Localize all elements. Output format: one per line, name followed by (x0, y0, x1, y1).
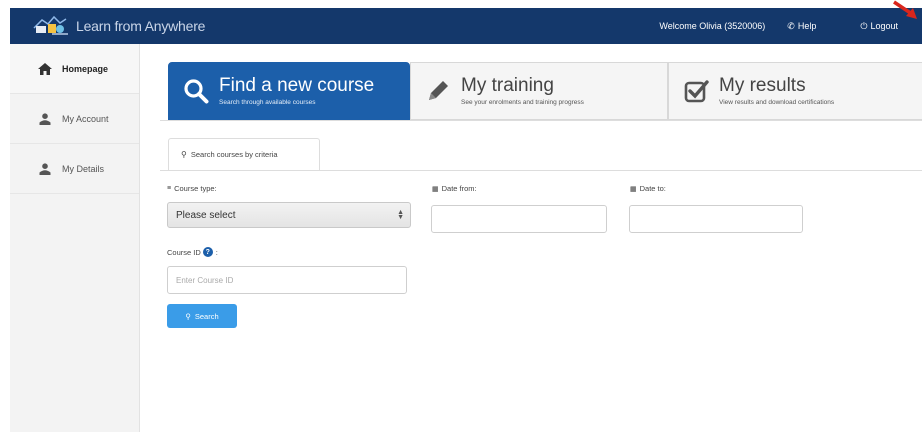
logout-label: Logout (870, 21, 898, 31)
calendar-icon: ▦ (630, 185, 637, 193)
tab-title: Find a new course (219, 75, 375, 96)
course-id-placeholder: Enter Course ID (176, 275, 234, 285)
divider (160, 170, 922, 171)
welcome-user: Welcome Olivia (3520006) (659, 21, 766, 31)
divider (160, 120, 922, 121)
search-icon: ⚲ (181, 150, 187, 159)
main-tabs: Find a new course Search through availab… (168, 62, 922, 120)
course-id-label-text: Course ID (167, 247, 201, 257)
tab-search-by-criteria[interactable]: ⚲ Search courses by criteria (168, 138, 320, 170)
tab-my-results[interactable]: My results View results and download cer… (668, 62, 922, 120)
search-icon (181, 76, 211, 106)
subtab-label: Search courses by criteria (190, 150, 278, 159)
logo-icon (33, 15, 68, 35)
help-label: Help (797, 21, 817, 31)
pencil-icon (423, 76, 453, 106)
course-id-input[interactable]: Enter Course ID (167, 266, 407, 294)
home-icon (38, 62, 52, 76)
course-type-value: Please select (176, 209, 236, 221)
user-icon (38, 112, 52, 126)
annotation-arrow-icon (893, 0, 917, 19)
user-icon (38, 162, 52, 176)
date-from-label-text: Date from: (441, 184, 477, 193)
date-from-input[interactable] (431, 205, 607, 233)
app-title: Learn from Anywhere (76, 18, 206, 34)
top-nav-links: Welcome Olivia (3520006) ✆ Help ⏻ Logout (659, 8, 922, 44)
sidebar-item-my-details[interactable]: My Details (10, 144, 139, 194)
date-to-label: ▦ Date to: (630, 184, 666, 193)
tab-subtitle: See your enrolments and training progres… (461, 99, 584, 106)
date-to-label-text: Date to: (639, 184, 666, 193)
power-icon: ⏻ (860, 20, 868, 31)
course-id-label: Course ID ? : (167, 247, 218, 257)
tab-title: My results (719, 75, 806, 96)
tab-subtitle: View results and download certifications (719, 99, 835, 106)
logout-link[interactable]: ⏻ Logout (860, 21, 920, 32)
select-caret-icon: ▲ ▼ (397, 209, 404, 221)
sidebar-item-label: Homepage (62, 63, 109, 74)
search-icon: ⚲ (185, 311, 191, 321)
tab-my-training[interactable]: My training See your enrolments and trai… (410, 62, 668, 120)
phone-icon: ✆ (787, 20, 795, 31)
help-icon[interactable]: ? (202, 247, 213, 257)
date-from-label: ▦ Date from: (432, 184, 477, 193)
sidebar-item-my-account[interactable]: My Account (10, 94, 139, 144)
date-to-input[interactable] (629, 205, 803, 233)
tab-subtitle: Search through available courses (219, 99, 316, 106)
page: Learn from Anywhere Welcome Olivia (3520… (0, 0, 922, 432)
app-logo[interactable]: Learn from Anywhere (32, 14, 205, 38)
help-link[interactable]: ✆ Help (787, 21, 838, 32)
search-button[interactable]: ⚲ Search (167, 304, 237, 328)
calendar-icon: ▦ (432, 185, 439, 193)
course-id-label-suffix: : (215, 247, 218, 257)
top-navbar: Learn from Anywhere Welcome Olivia (3520… (10, 8, 922, 44)
sidebar-item-label: My Details (62, 163, 105, 174)
course-type-label: ≡ Course type: (167, 184, 217, 193)
sidebar-item-label: My Account (62, 113, 109, 124)
checkbox-icon (681, 76, 711, 106)
search-button-label: Search (194, 311, 219, 321)
sidebar: Homepage My Account My Details (10, 44, 140, 432)
course-type-label-text: Course type: (174, 184, 217, 193)
tab-find-new-course[interactable]: Find a new course Search through availab… (168, 62, 410, 120)
tab-title: My training (461, 75, 554, 96)
filter-icon: ≡ (167, 185, 172, 192)
sidebar-item-homepage[interactable]: Homepage (10, 44, 139, 94)
course-type-select[interactable]: Please select ▲ ▼ (167, 202, 411, 228)
